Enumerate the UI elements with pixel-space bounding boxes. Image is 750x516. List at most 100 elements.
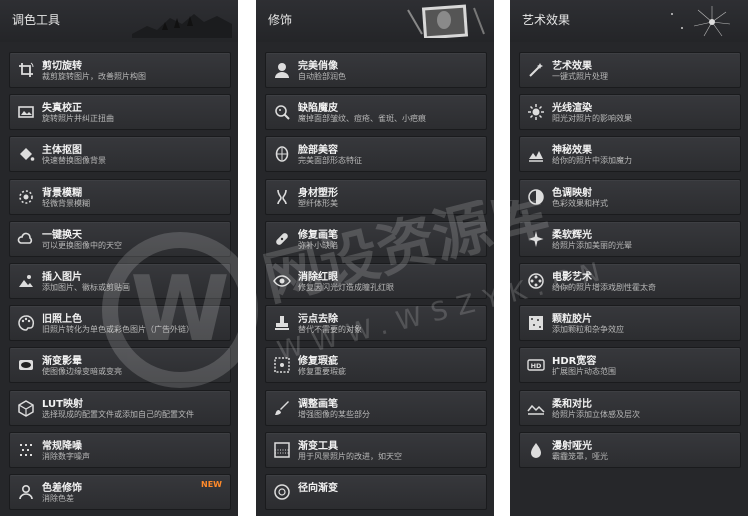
insert-image-icon (16, 271, 36, 291)
tool-item[interactable]: 漫射哑光 霸霾笼罩，哑光 (519, 431, 741, 468)
radial-icon (272, 482, 292, 502)
diffuse-icon (526, 440, 546, 460)
tool-title: 修复瑕疵 (298, 356, 338, 368)
soft-contrast-icon (526, 398, 546, 418)
tool-item[interactable]: 脸部美容 完美面部形态特征 (265, 136, 487, 173)
tool-title: 旧照上色 (42, 314, 82, 326)
tool-item[interactable]: 一键换天 可以更换图像中的天空 (9, 220, 231, 257)
tool-item[interactable]: 修复画笔 弥补小缺陷 (265, 220, 487, 257)
tool-item[interactable]: 缺陷魔皮 魔掉面部皱纹、痘疮、雀斑、小疤痕 (265, 94, 487, 131)
tool-subtitle: 一键式照片处理 (552, 72, 608, 81)
grain-icon (526, 313, 546, 333)
tool-item[interactable]: 电影艺术 给你的照片增添戏剧性霍太奇 (519, 263, 741, 299)
tool-item[interactable]: 颗粒胶片 添加颗粒和杂争效应 (519, 305, 741, 342)
tool-title: 失真校正 (42, 103, 82, 115)
tool-title: 神秘效果 (552, 145, 592, 157)
tool-subtitle: 霸霾笼罩，哑光 (552, 451, 608, 461)
denoise-icon (16, 440, 36, 460)
tool-subtitle: 弥补小缺陷 (298, 240, 338, 250)
svg-text:HD: HD (531, 362, 542, 370)
tool-subtitle: 替代不需要的对象 (298, 325, 362, 335)
tool-title: HDR宽容 (552, 356, 597, 368)
tool-subtitle: 自动脸部润色 (298, 72, 346, 81)
crop-rotate-icon (16, 60, 36, 80)
new-badge: NEW (201, 480, 222, 489)
tool-title: LUT映射 (42, 398, 83, 410)
eye-icon (272, 271, 292, 291)
tool-subtitle: 完美面部形态特征 (298, 156, 362, 166)
tool-item[interactable]: 插入图片 添加图片、徽标或剪贴画 (9, 263, 231, 299)
tool-title: 缺陷魔皮 (298, 103, 338, 115)
tool-title: 色调映射 (552, 187, 592, 199)
panel-title: 艺术效果 (522, 13, 571, 27)
tool-title: 色差修饰 (42, 483, 82, 494)
distortion-correction-icon (16, 102, 36, 122)
tool-subtitle: 修复重要瑕疵 (298, 367, 346, 377)
tool-title: 污点去除 (298, 314, 338, 326)
tool-item[interactable]: 柔软辉光 给照片添加美丽的光晕 (519, 220, 741, 257)
tool-item[interactable]: 主体抠图 快速替换图像背景 (9, 136, 231, 173)
tool-subtitle: 添加图片、徽标或剪贴画 (42, 283, 130, 292)
tool-title: 消除红眼 (298, 272, 338, 283)
tool-subtitle: 增强图像的某些部分 (298, 409, 370, 419)
panel-art-effects: 艺术效果 艺术效果 一键式照片处理 光线渲染 阳光对照片的影响效果 神秘效果 给你的照片中… (510, 0, 748, 516)
panel-color-tools: 调色工具 剪切旋转 裁剪旋转图片，改善照片构图 失真校正 旋转照片并纠正扭曲 主体抠图快… (0, 0, 238, 516)
tool-item[interactable]: 修复瑕疵 修复重要瑕疵 (265, 347, 487, 384)
panel-header: 修饰 (256, 0, 494, 42)
stamp-icon (272, 313, 292, 333)
tool-item[interactable]: 消除红眼 修复因闪光灯造成瞳孔红眼 (265, 263, 487, 299)
tool-title: 一键换天 (42, 229, 82, 241)
panel-header: 调色工具 (0, 0, 238, 42)
gradient-icon (272, 440, 292, 460)
tool-item[interactable]: 光线渲染 阳光对照片的影响效果 (519, 94, 741, 131)
tool-item[interactable]: 污点去除 替代不需要的对象 (265, 305, 487, 342)
tool-subtitle: 色彩效果和样式 (552, 198, 608, 208)
tool-item[interactable]: 渐变工具 用于风景照片的改进，如天空 (265, 431, 487, 468)
tool-subtitle: 可以更换图像中的天空 (42, 240, 122, 250)
vignette-icon (16, 355, 36, 375)
tool-item[interactable]: 调整画笔 增强图像的某些部分 (265, 389, 487, 426)
tool-item[interactable]: 身材塑形 塑纤体形美 (265, 178, 487, 215)
tool-subtitle: 旧照片转化为单色或彩色图片（广告外链） (42, 325, 194, 335)
tool-title: 颗粒胶片 (552, 314, 592, 326)
tool-item[interactable]: 背景模糊 轻微背景模糊 (9, 178, 231, 215)
tool-title: 背景模糊 (42, 187, 82, 199)
tool-subtitle: 塑纤体形美 (298, 198, 338, 208)
tool-title: 电影艺术 (552, 272, 592, 283)
tool-item[interactable]: 旧照上色 旧照片转化为单色或彩色图片（广告外链） (9, 305, 231, 342)
tool-item[interactable]: 艺术效果 一键式照片处理 (519, 52, 741, 88)
tool-title: 身材塑形 (298, 187, 338, 199)
tool-item[interactable]: 完美俏像 自动脸部润色 (265, 52, 487, 88)
film-reel-icon (526, 271, 546, 291)
tool-item[interactable]: 柔和对比 给照片添加立体感及层次 (519, 389, 741, 426)
tool-subtitle: 裁剪旋转图片，改善照片构图 (42, 72, 146, 81)
panel-header: 艺术效果 (510, 0, 748, 42)
tool-item[interactable]: 色调映射 色彩效果和样式 (519, 178, 741, 215)
tool-item[interactable]: 失真校正 旋转照片并纠正扭曲 (9, 94, 231, 131)
body-icon (272, 187, 292, 207)
tool-item[interactable]: 渐变影晕 使图像边缘变暗或变亮 (9, 347, 231, 384)
tool-title: 常规降噪 (42, 440, 82, 452)
tool-item[interactable]: 径向渐变 (265, 474, 487, 510)
tool-subtitle: 给照片添加美丽的光晕 (552, 240, 632, 250)
tool-subtitle: 快速替换图像背景 (42, 156, 106, 166)
tool-subtitle: 魔掉面部皱纹、痘疮、雀斑、小疤痕 (298, 114, 426, 124)
tool-subtitle: 给照片添加立体感及层次 (552, 409, 640, 419)
panel-title: 修饰 (268, 13, 293, 27)
tool-item[interactable]: LUT映射 选择现成的配置文件或添加自己的配置文件 (9, 389, 231, 426)
tool-title: 漫射哑光 (552, 440, 592, 452)
tool-item[interactable]: 色差修饰 消除色差 NEW (9, 474, 231, 510)
tool-subtitle: 添加颗粒和杂争效应 (552, 325, 624, 335)
landscape-decoration-icon (132, 14, 232, 38)
grain-square-icon (272, 355, 292, 375)
palette-icon (16, 313, 36, 333)
tool-item[interactable]: 常规降噪 消除数字噪声 (9, 431, 231, 468)
tool-item[interactable]: HD HDR宽容 扩展图片动态范围 (519, 347, 741, 384)
tool-title: 柔软辉光 (552, 229, 592, 241)
magic-wand-icon (526, 60, 546, 80)
tool-title: 径向渐变 (298, 483, 338, 494)
panel-title: 调色工具 (12, 13, 61, 27)
tool-item[interactable]: 剪切旋转 裁剪旋转图片，改善照片构图 (9, 52, 231, 88)
tool-item[interactable]: 神秘效果 给你的照片中添加魔力 (519, 136, 741, 173)
panel-retouch: 修饰 完美俏像 自动脸部润色 缺陷魔皮 魔掉面部皱纹、痘疮、雀斑、小疤痕 脸部美容 完美面… (256, 0, 494, 516)
